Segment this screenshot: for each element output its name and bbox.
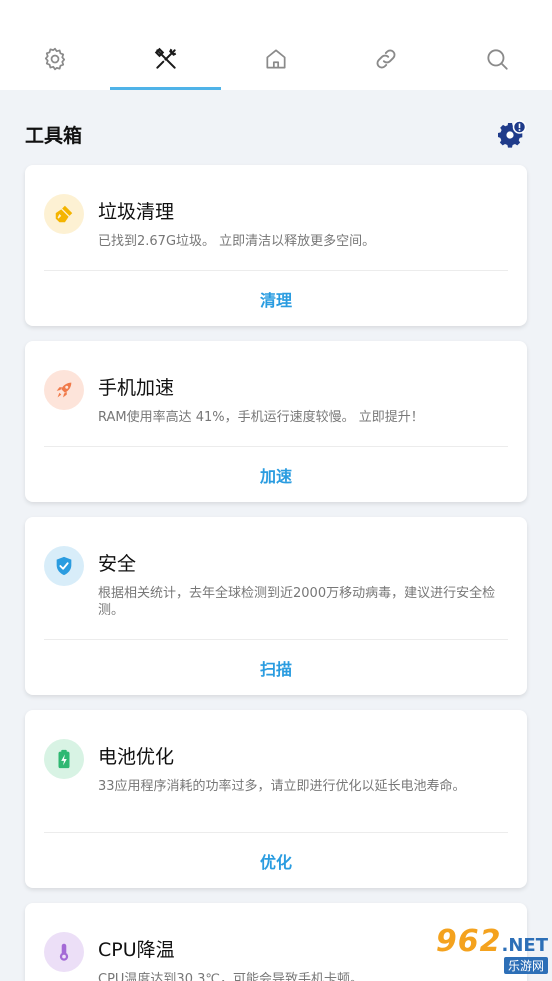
scan-button[interactable]: 扫描 — [25, 640, 527, 695]
card-icon-badge — [44, 370, 84, 410]
tab-settings[interactable] — [0, 38, 110, 90]
top-navigation-bar — [0, 0, 552, 90]
watermark-number: 962 — [435, 924, 502, 959]
card-title: CPU降温 — [98, 939, 175, 961]
gear-alert-icon — [498, 120, 527, 148]
watermark-logo: 962 .NET 乐游网 — [414, 927, 548, 975]
settings-icon — [45, 47, 66, 71]
toolbox-header: 工具箱 — [25, 112, 527, 156]
card-battery-optimize: 电池优化 33应用程序消耗的功率过多，请立即进行优化以延长电池寿命。 优化 — [25, 710, 527, 888]
toolbox-settings-button[interactable] — [495, 118, 527, 150]
tab-link[interactable] — [331, 38, 441, 90]
card-junk-clean: 垃圾清理 已找到2.67G垃圾。 立即清洁以释放更多空间。 清理 — [25, 165, 527, 326]
tab-bar — [0, 38, 552, 90]
card-description: RAM使用率高达 41%，手机运行速度较慢。 立即提升！ — [98, 410, 424, 425]
card-phone-boost: 手机加速 RAM使用率高达 41%，手机运行速度较慢。 立即提升！ 加速 — [25, 341, 527, 502]
card-title: 电池优化 — [98, 746, 175, 768]
shield-check-icon — [56, 556, 72, 576]
tab-search[interactable] — [442, 38, 552, 90]
watermark-site-name: 乐游网 — [503, 957, 548, 974]
boost-button[interactable]: 加速 — [25, 447, 527, 502]
card-icon-badge — [44, 739, 84, 779]
thermometer-icon — [59, 943, 69, 961]
link-icon — [376, 49, 396, 69]
rocket-icon — [56, 382, 72, 398]
battery-icon — [58, 749, 70, 769]
card-icon-badge — [44, 546, 84, 586]
card-description: 已找到2.67G垃圾。 立即清洁以释放更多空间。 — [98, 234, 376, 249]
tools-icon — [154, 47, 176, 69]
card-title: 垃圾清理 — [98, 201, 175, 223]
card-icon-badge — [44, 194, 84, 234]
optimize-button[interactable]: 优化 — [25, 833, 527, 888]
card-description: 根据相关统计，去年全球检测到近2000万移动病毒，建议进行安全检测。 — [98, 586, 496, 618]
page-title: 工具箱 — [25, 124, 83, 147]
clean-button[interactable]: 清理 — [25, 271, 527, 326]
watermark-brand: 962 .NET — [436, 927, 548, 957]
card-security: 安全 根据相关统计，去年全球检测到近2000万移动病毒，建议进行安全检测。 扫描 — [25, 517, 527, 695]
card-title: 手机加速 — [98, 377, 175, 399]
tab-home[interactable] — [221, 38, 331, 90]
tab-tools[interactable] — [110, 38, 222, 90]
watermark-net: .NET — [501, 935, 548, 956]
card-title: 安全 — [98, 553, 137, 575]
search-icon — [487, 49, 508, 70]
card-icon-badge — [44, 932, 84, 972]
card-description: 33应用程序消耗的功率过多，请立即进行优化以延长电池寿命。 — [98, 779, 466, 794]
home-icon — [266, 49, 286, 69]
broom-icon — [55, 205, 73, 223]
